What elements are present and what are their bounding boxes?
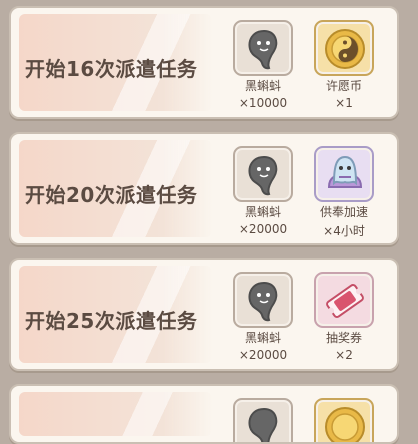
black-tadpole-icon xyxy=(248,155,278,196)
reward-slot-black-tadpole[interactable] xyxy=(233,272,293,328)
reward-name: 供奉加速 xyxy=(319,205,368,219)
lottery-ticket-icon xyxy=(326,284,364,318)
reward-name: 抽奖券 xyxy=(325,331,362,345)
reward-qty: ×20000 xyxy=(238,222,288,236)
reward-slot-black-tadpole[interactable] xyxy=(233,20,293,76)
task-title: 开始25次派遣任务 xyxy=(25,309,198,333)
task-card-1[interactable]: 开始16次派遣任务 黑蝌蚪 ×10000 许愿币 ×1 xyxy=(9,6,399,119)
black-tadpole-icon xyxy=(248,407,278,442)
reward-name: 黑蝌蚪 xyxy=(244,79,281,93)
reward-slot-black-tadpole[interactable] xyxy=(233,398,293,442)
task-card-4[interactable] xyxy=(9,384,399,444)
black-tadpole-icon xyxy=(248,281,278,322)
reward-slot-offering-speedup[interactable] xyxy=(314,146,374,202)
offering-speedup-icon xyxy=(327,155,363,188)
card-banner xyxy=(19,392,212,436)
reward-qty: ×20000 xyxy=(238,348,288,362)
reward-qty: ×1 xyxy=(335,96,353,110)
reward-qty: ×4小时 xyxy=(323,224,365,238)
reward-qty: ×10000 xyxy=(238,96,288,110)
reward-slot-wish-coin[interactable] xyxy=(314,398,374,442)
reward-slot-lottery-ticket[interactable] xyxy=(314,272,374,328)
task-title: 开始20次派遣任务 xyxy=(25,183,198,207)
task-card-2[interactable]: 开始20次派遣任务 黑蝌蚪 ×20000 供奉加速 ×4小时 xyxy=(9,132,399,245)
task-card-3[interactable]: 开始25次派遣任务 黑蝌蚪 ×20000 抽奖券 ×2 xyxy=(9,258,399,371)
reward-name: 许愿币 xyxy=(325,79,362,93)
reward-qty: ×2 xyxy=(335,348,353,362)
reward-name: 黑蝌蚪 xyxy=(244,205,281,219)
black-tadpole-icon xyxy=(248,29,278,70)
wish-coin-icon xyxy=(325,29,365,69)
task-title: 开始16次派遣任务 xyxy=(25,57,198,81)
reward-slot-wish-coin[interactable] xyxy=(314,20,374,76)
wish-coin-icon xyxy=(325,407,365,442)
reward-name: 黑蝌蚪 xyxy=(244,331,281,345)
reward-slot-black-tadpole[interactable] xyxy=(233,146,293,202)
